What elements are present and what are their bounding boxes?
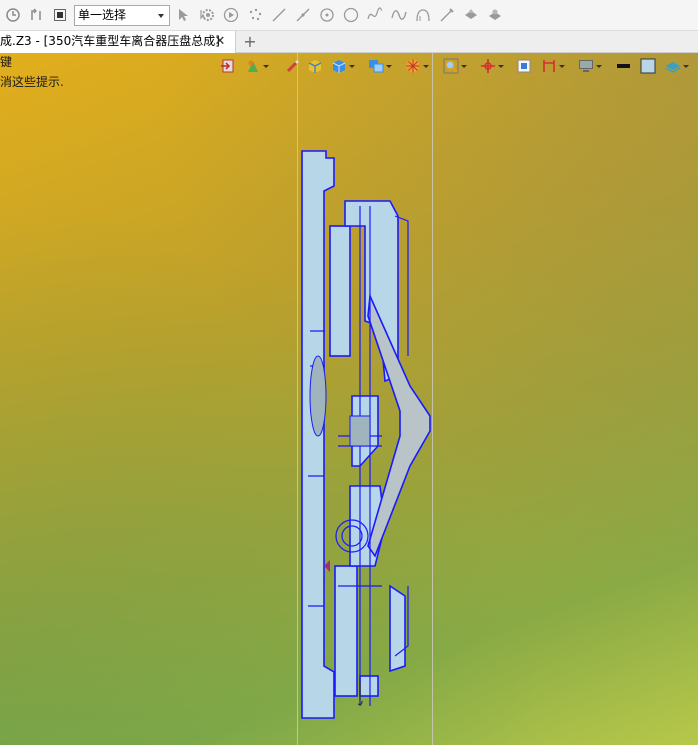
main-toolbar: 单一选择	[0, 0, 698, 31]
close-icon[interactable]: ✕	[212, 34, 228, 50]
shape-icon[interactable]	[462, 6, 480, 24]
box-icon[interactable]	[307, 57, 323, 75]
spline-icon[interactable]	[390, 6, 408, 24]
zoom-icon[interactable]	[443, 57, 467, 75]
chevron-down-icon	[263, 64, 269, 68]
3d-viewport[interactable]: 键 消这些提示.	[0, 53, 698, 745]
axis-icon[interactable]	[480, 57, 504, 75]
pick-arrow-icon[interactable]	[174, 6, 192, 24]
chevron-down-icon	[349, 64, 355, 68]
pencil-icon[interactable]	[285, 57, 301, 75]
color-wheel-icon[interactable]	[405, 57, 429, 75]
line-point-icon[interactable]	[294, 6, 312, 24]
circle-icon[interactable]	[342, 6, 360, 24]
pen-icon[interactable]	[438, 6, 456, 24]
chevron-down-icon	[158, 14, 164, 18]
add-tab-button[interactable]: +	[242, 32, 258, 52]
redo-icon[interactable]	[27, 6, 45, 24]
undo-icon[interactable]	[4, 6, 22, 24]
clutch-pressure-plate-model[interactable]	[290, 146, 440, 726]
fill-color-icon[interactable]	[640, 57, 656, 75]
chevron-down-icon	[498, 64, 504, 68]
play-icon[interactable]	[222, 6, 240, 24]
selection-mode-dropdown[interactable]: 单一选择	[74, 5, 170, 26]
circle-point-icon[interactable]	[318, 6, 336, 24]
pick-settings-icon[interactable]	[198, 6, 216, 24]
render-mode-icon[interactable]	[245, 57, 269, 75]
chevron-down-icon	[596, 64, 602, 68]
curve-icon[interactable]	[366, 6, 384, 24]
layers-icon[interactable]	[368, 57, 392, 75]
chevron-down-icon	[423, 64, 429, 68]
cube-view-icon[interactable]	[331, 57, 355, 75]
document-tab[interactable]: 成.Z3 - [350汽车重型车离合器压盘总成]	[0, 31, 236, 53]
arc-icon[interactable]	[414, 6, 432, 24]
layer-stack-icon[interactable]	[665, 57, 689, 75]
document-tab-bar: 成.Z3 - [350汽车重型车离合器压盘总成] ✕ +	[0, 31, 698, 53]
line-color-icon[interactable]	[615, 57, 631, 75]
exit-icon[interactable]	[220, 57, 236, 75]
chevron-down-icon	[559, 64, 565, 68]
monitor-icon[interactable]	[578, 57, 602, 75]
chevron-down-icon	[386, 64, 392, 68]
chevron-down-icon	[683, 64, 689, 68]
selection-mode-value: 单一选择	[78, 8, 127, 22]
bracket-icon[interactable]	[541, 57, 565, 75]
document-tab-label: 成.Z3 - [350汽车重型车离合器压盘总成]	[0, 34, 220, 48]
chevron-down-icon	[461, 64, 467, 68]
stop-icon[interactable]	[51, 6, 69, 24]
points-icon[interactable]	[246, 6, 264, 24]
frame-icon[interactable]	[516, 57, 532, 75]
shape-settings-icon[interactable]	[486, 6, 504, 24]
hint-line-2: 消这些提示.	[0, 75, 64, 89]
hint-line-1: 键	[0, 55, 13, 69]
line-icon[interactable]	[270, 6, 288, 24]
